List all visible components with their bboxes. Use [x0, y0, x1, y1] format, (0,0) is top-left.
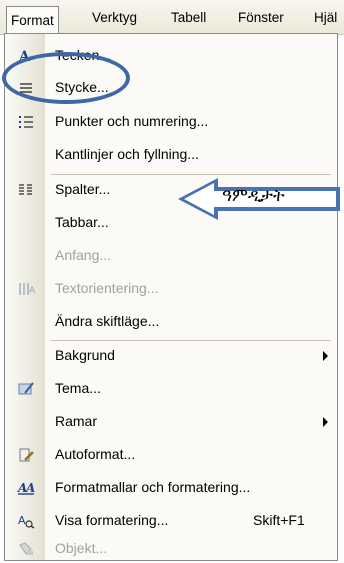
menu-item-label: Punkter och numrering... — [55, 113, 209, 129]
shortcut-text: Skift+F1 — [253, 512, 305, 528]
styles-icon: AA — [17, 481, 35, 495]
menu-item-objekt: Objekt... — [5, 533, 337, 560]
bullets-icon — [19, 116, 33, 128]
menu-item-label: Ramar — [55, 413, 98, 429]
svg-text:A: A — [18, 514, 26, 527]
menu-item-label: Objekt... — [55, 540, 108, 556]
highlight-ellipse — [2, 52, 130, 104]
menu-item-anfang: Anfang... — [5, 240, 337, 272]
submenu-arrow-icon — [323, 351, 328, 361]
menu-verktyg[interactable]: Verktyg — [88, 9, 141, 27]
autoformat-icon — [19, 448, 34, 462]
menu-hjalp[interactable]: Hjäl — [310, 9, 341, 27]
menu-fonster[interactable]: Fönster — [234, 9, 288, 27]
menu-bar: Format Verktyg Tabell Fönster Hjäl — [0, 0, 344, 35]
menu-item-label: Spalter... — [55, 181, 111, 197]
menu-item-label: Tema... — [55, 380, 101, 396]
format-dropdown-menu: A Tecken... Stycke... Punkter och numrer… — [4, 33, 338, 561]
annotation-arrow-text: ዓምዲታት — [222, 186, 285, 206]
menu-item-autoformat[interactable]: Autoformat... — [5, 439, 337, 471]
menu-item-label: Bakgrund — [55, 347, 115, 363]
theme-icon — [18, 382, 34, 395]
reveal-formatting-icon: A — [18, 514, 35, 529]
text-direction-icon: A — [19, 283, 35, 296]
menu-format[interactable]: Format — [6, 6, 59, 35]
menu-item-label: Ändra skiftläge... — [55, 313, 160, 329]
object-icon — [19, 542, 33, 555]
submenu-arrow-icon — [323, 417, 328, 427]
menu-item-label: Kantlinjer och fyllning... — [55, 146, 199, 162]
menu-item-label: Anfang... — [55, 247, 112, 263]
menu-item-formatmallar[interactable]: AA Formatmallar och formatering... — [5, 472, 337, 504]
menu-item-label: Autoformat... — [55, 446, 136, 462]
columns-icon — [19, 184, 32, 195]
menu-item-punkter[interactable]: Punkter och numrering... — [5, 106, 337, 138]
menu-item-label: Textorientering... — [55, 280, 159, 296]
menu-item-kantlinjer[interactable]: Kantlinjer och fyllning... — [5, 139, 337, 171]
menu-item-label: Tabbar... — [55, 214, 109, 230]
svg-text:A: A — [29, 286, 35, 296]
menu-item-ramar[interactable]: Ramar — [5, 406, 337, 438]
svg-text:A: A — [25, 481, 35, 495]
menu-item-label: Visa formatering... — [55, 512, 169, 528]
menu-tabell[interactable]: Tabell — [167, 9, 210, 27]
menu-item-label: Formatmallar och formatering... — [55, 479, 251, 495]
menu-item-bakgrund[interactable]: Bakgrund — [5, 340, 337, 372]
menu-item-tema[interactable]: Tema... — [5, 373, 337, 405]
menu-item-andra-skiftlage[interactable]: Ändra skiftläge... — [5, 306, 337, 338]
menu-item-textorientering: A Textorientering... — [5, 273, 337, 305]
